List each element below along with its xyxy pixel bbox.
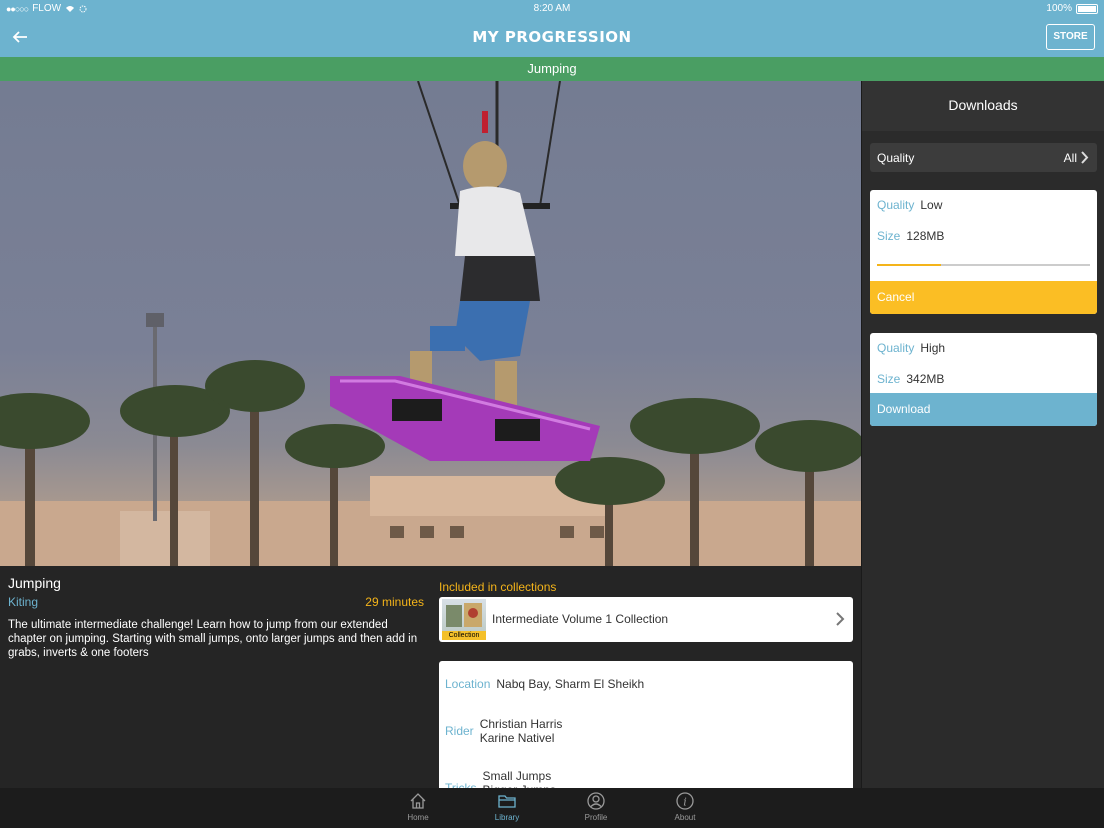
trick-name[interactable]: Small Jumps	[483, 769, 556, 783]
quality-filter[interactable]: Quality All	[870, 143, 1097, 172]
store-button[interactable]: STORE	[1046, 24, 1095, 50]
svg-text:i: i	[683, 796, 687, 809]
downloads-panel: Downloads Quality All Quality Low Size 1…	[861, 81, 1104, 788]
lesson-info: Jumping Kiting 29 minutes The ultimate i…	[0, 566, 861, 801]
tab-profile[interactable]: Profile	[566, 791, 626, 822]
lesson-title: Jumping	[8, 575, 61, 591]
tab-home[interactable]: Home	[388, 791, 448, 822]
size-value: 128MB	[906, 229, 945, 243]
battery-percent: 100%	[1046, 3, 1072, 14]
page-title: MY PROGRESSION	[472, 28, 632, 46]
location-value: Nabq Bay, Sharm El Sheikh	[496, 677, 645, 691]
collection-item[interactable]: Collection Intermediate Volume 1 Collect…	[439, 597, 853, 642]
tab-library[interactable]: Library	[477, 791, 537, 822]
info-icon: i	[676, 792, 694, 810]
location-label: Location	[445, 677, 491, 691]
tab-label: About	[674, 813, 696, 822]
navigation-bar: ●●○○○ FLOW 8:20 AM 100% MY PROGRESSION S…	[0, 0, 1104, 57]
tab-about[interactable]: i About	[655, 791, 715, 822]
quality-value: Low	[920, 198, 943, 212]
lesson-category[interactable]: Kiting	[8, 595, 38, 609]
collection-name: Intermediate Volume 1 Collection	[492, 612, 669, 626]
status-time: 8:20 AM	[533, 3, 571, 14]
kitesurfer-photo	[0, 81, 861, 566]
lesson-duration: 29 minutes	[365, 595, 424, 609]
quality-filter-value: All	[1063, 151, 1077, 165]
quality-filter-label: Quality	[877, 151, 915, 165]
collection-tag: Collection	[442, 631, 486, 640]
collection-cover-icon	[446, 603, 482, 627]
quality-label: Quality	[877, 341, 915, 355]
tab-label: Home	[407, 813, 429, 822]
lesson-details-card: Location Nabq Bay, Sharm El Sheikh Rider…	[439, 661, 853, 801]
profile-icon	[587, 792, 605, 810]
download-progress-fill	[877, 264, 941, 266]
download-option-high: Quality High Size 342MB Download	[870, 333, 1097, 426]
tab-bar: Home Library Profile i About	[0, 788, 1104, 828]
downloads-title: Downloads	[862, 81, 1104, 131]
rider-label: Rider	[445, 724, 474, 738]
rider-row: Rider Christian Harris Karine Nativel	[445, 717, 562, 745]
battery-icon	[1076, 3, 1098, 14]
lesson-description: The ultimate intermediate challenge! Lea…	[8, 619, 418, 659]
lesson-title-bar: Jumping	[0, 57, 1104, 81]
size-label: Size	[877, 372, 901, 386]
quality-label: Quality	[877, 198, 915, 212]
download-progress-bar	[877, 264, 1090, 266]
video-preview[interactable]	[0, 81, 861, 566]
tab-label: Profile	[584, 813, 608, 822]
folder-icon	[498, 795, 516, 808]
download-button[interactable]: Download	[870, 393, 1097, 426]
quality-value: High	[920, 341, 946, 355]
chevron-right-icon	[836, 612, 845, 626]
size-value: 342MB	[906, 372, 945, 386]
collection-thumbnail: Collection	[442, 599, 486, 640]
size-label: Size	[877, 229, 901, 243]
tab-label: Library	[494, 813, 520, 822]
status-bar: ●●○○○ FLOW 8:20 AM 100%	[0, 0, 1104, 18]
location-row: Location Nabq Bay, Sharm El Sheikh	[445, 677, 644, 691]
rider-name[interactable]: Karine Nativel	[480, 731, 563, 745]
chevron-right-icon	[1081, 151, 1089, 164]
rider-name[interactable]: Christian Harris	[480, 717, 563, 731]
download-option-low: Quality Low Size 128MB Cancel	[870, 190, 1097, 314]
collections-heading: Included in collections	[439, 580, 557, 594]
cancel-download-button[interactable]: Cancel	[870, 281, 1097, 314]
home-icon	[410, 793, 426, 809]
